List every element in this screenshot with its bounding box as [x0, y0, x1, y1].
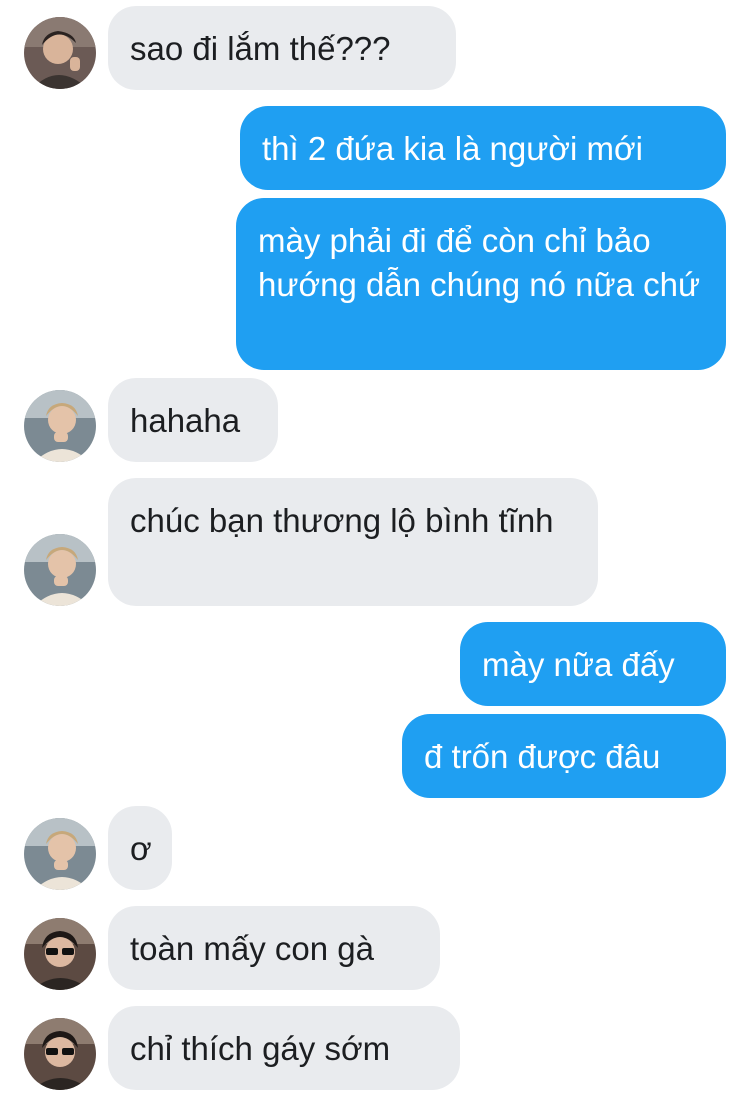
message-bubble-incoming[interactable]: chúc bạn thương lộ bình tĩnh [108, 478, 598, 606]
message-bubble-incoming[interactable]: chỉ thích gáy sớm [108, 1006, 460, 1090]
avatar-friend-b[interactable] [24, 818, 96, 890]
avatar-friend-b[interactable] [24, 390, 96, 462]
avatar-friend-b[interactable] [24, 534, 96, 606]
message-bubble-outgoing[interactable]: mày phải đi để còn chỉ bảo hướng dẫn chú… [236, 198, 726, 370]
avatar-friend-c[interactable] [24, 1018, 96, 1090]
message-bubble-outgoing[interactable]: đ trốn được đâu [402, 714, 726, 798]
person-photo-icon [24, 534, 96, 606]
message-bubble-incoming[interactable]: sao đi lắm thế??? [108, 6, 456, 90]
message-bubble-outgoing[interactable]: thì 2 đứa kia là người mới [240, 106, 726, 190]
person-photo-icon [24, 17, 96, 89]
person-photo-icon [24, 390, 96, 462]
avatar-friend-a[interactable] [24, 17, 96, 89]
message-bubble-outgoing[interactable]: mày nữa đấy [460, 622, 726, 706]
message-bubble-incoming[interactable]: hahaha [108, 378, 278, 462]
person-photo-icon [24, 918, 96, 990]
person-photo-icon [24, 818, 96, 890]
avatar-friend-c[interactable] [24, 918, 96, 990]
message-bubble-incoming[interactable]: toàn mấy con gà [108, 906, 440, 990]
person-photo-icon [24, 1018, 96, 1090]
message-bubble-incoming[interactable]: ơ [108, 806, 172, 890]
